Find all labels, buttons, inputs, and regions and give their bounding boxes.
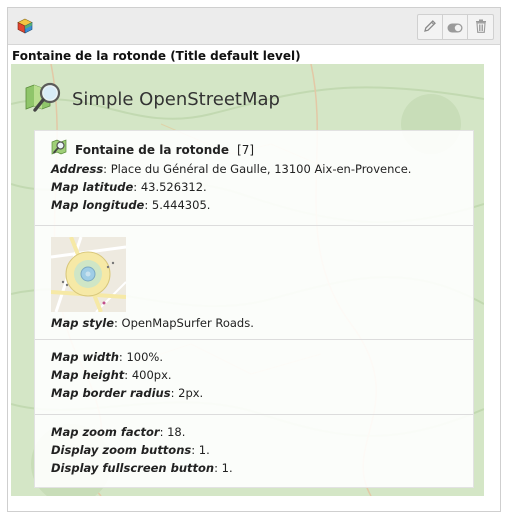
- map-height-label: Map height: [51, 368, 125, 382]
- map-border-radius-label: Map border radius: [51, 386, 171, 400]
- longitude-value: : 5.444305.: [144, 198, 211, 212]
- map-width-label: Map width: [51, 350, 119, 364]
- style-section: Map style: OpenMapSurfer Roads.: [35, 226, 473, 340]
- map-border-radius-row: Map border radius: 2px.: [51, 384, 457, 402]
- address-value: : Place du Général de Gaulle, 13100 Aix-…: [103, 162, 412, 176]
- controls-section: Map zoom factor: 18. Display zoom button…: [35, 415, 473, 487]
- latitude-row: Map latitude: 43.526312.: [51, 178, 457, 196]
- location-section: Fontaine de la rotonde [7] Address: Plac…: [35, 131, 473, 226]
- zoom-buttons-row: Display zoom buttons: 1.: [51, 441, 457, 459]
- fullscreen-button-row: Display fullscreen button: 1.: [51, 459, 457, 477]
- pencil-icon: [423, 18, 437, 37]
- delete-button[interactable]: [468, 15, 493, 39]
- zoom-factor-row: Map zoom factor: 18.: [51, 423, 457, 441]
- element-action-buttons: [417, 14, 494, 40]
- longitude-label: Map longitude: [51, 198, 145, 212]
- toggle-visibility-button[interactable]: [443, 15, 468, 39]
- map-settings-card: Fontaine de la rotonde [7] Address: Plac…: [34, 130, 474, 488]
- latitude-label: Map latitude: [51, 180, 134, 194]
- colored-cube-icon: [17, 18, 33, 34]
- longitude-row: Map longitude: 5.444305.: [51, 196, 457, 214]
- element-title: Fontaine de la rotonde (Title default le…: [12, 49, 301, 63]
- map-style-label: Map style: [51, 316, 115, 330]
- location-name-line: Fontaine de la rotonde [7]: [51, 139, 457, 160]
- plugin-heading: Simple OpenStreetMap: [24, 80, 280, 118]
- map-pin-icon: [51, 139, 67, 160]
- map-width-value: : 100%.: [118, 350, 163, 364]
- map-width-row: Map width: 100%.: [51, 348, 457, 366]
- location-id: [7]: [237, 142, 255, 157]
- latitude-value: : 43.526312.: [133, 180, 207, 194]
- map-height-row: Map height: 400px.: [51, 366, 457, 384]
- map-thumbnail-image: [51, 237, 457, 312]
- map-style-value: : OpenMapSurfer Roads.: [114, 316, 254, 330]
- fullscreen-button-label: Display fullscreen button: [51, 461, 215, 475]
- address-label: Address: [51, 162, 104, 176]
- map-height-value: : 400px.: [124, 368, 172, 382]
- zoom-factor-label: Map zoom factor: [51, 425, 160, 439]
- map-style-row: Map style: OpenMapSurfer Roads.: [51, 314, 457, 332]
- map-magnifier-icon: [24, 80, 66, 118]
- trash-icon: [475, 18, 487, 37]
- plugin-name: Simple OpenStreetMap: [72, 88, 280, 110]
- zoom-factor-value: : 18.: [159, 425, 186, 439]
- zoom-buttons-label: Display zoom buttons: [51, 443, 192, 457]
- size-section: Map width: 100%. Map height: 400px. Map …: [35, 340, 473, 415]
- fullscreen-button-value: : 1.: [214, 461, 233, 475]
- panel-header: [8, 8, 500, 45]
- location-name: Fontaine de la rotonde: [75, 142, 230, 157]
- toggle-icon: [447, 18, 463, 37]
- edit-button[interactable]: [418, 15, 443, 39]
- zoom-buttons-value: : 1.: [191, 443, 210, 457]
- map-border-radius-value: : 2px.: [170, 386, 204, 400]
- address-row: Address: Place du Général de Gaulle, 131…: [51, 160, 457, 178]
